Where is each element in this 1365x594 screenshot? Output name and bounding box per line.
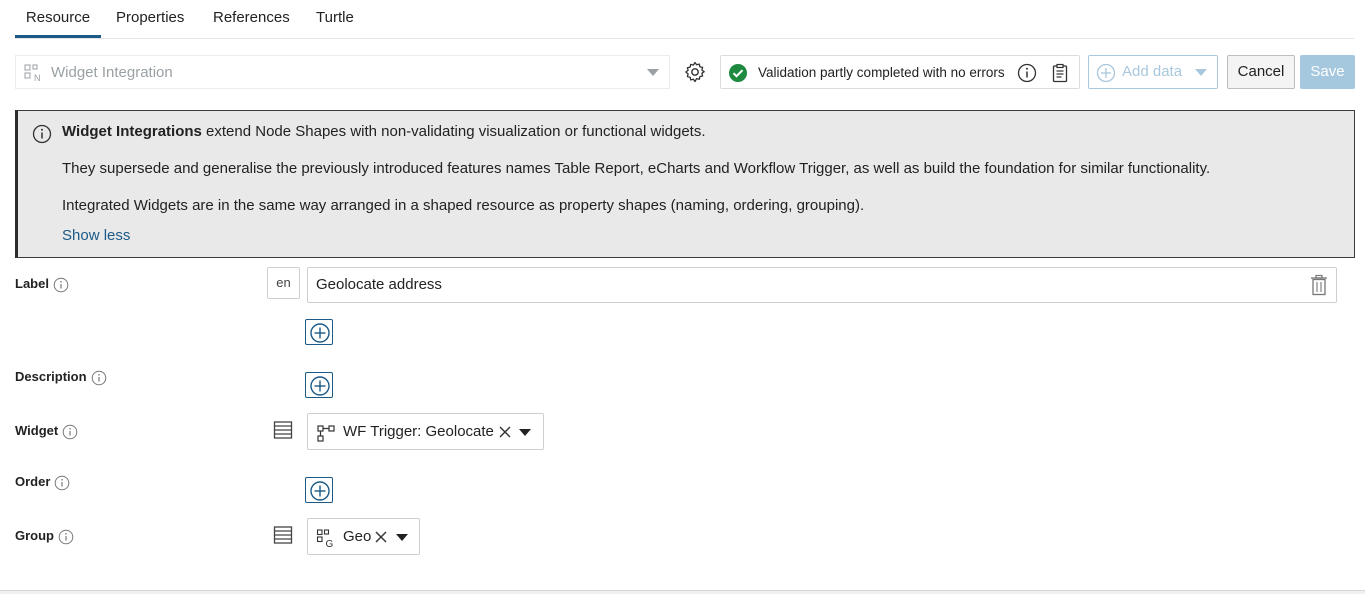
add-description-button[interactable]	[305, 372, 333, 398]
validation-status: Validation partly completed with no erro…	[720, 55, 1080, 89]
svg-text:N: N	[34, 73, 41, 82]
close-icon[interactable]	[498, 425, 512, 439]
widget-field-label: Widget	[15, 423, 78, 440]
tab-resource[interactable]: Resource	[15, 0, 101, 38]
description-field-title: Description	[15, 369, 87, 384]
plus-circle-icon	[310, 323, 330, 343]
workflow-icon	[317, 425, 335, 442]
info-paragraph: Widget Integrations extend Node Shapes w…	[62, 123, 706, 140]
info-icon[interactable]	[53, 277, 69, 293]
info-icon[interactable]	[58, 529, 74, 545]
info-paragraph: They supersede and generalise the previo…	[62, 160, 1211, 177]
list-icon[interactable]	[273, 525, 293, 545]
trash-icon[interactable]	[1309, 274, 1329, 296]
add-order-button[interactable]	[305, 477, 333, 503]
validation-text: Validation partly completed with no erro…	[758, 65, 1005, 80]
group-field-title: Group	[15, 528, 54, 543]
description-field-label: Description	[15, 369, 107, 386]
label-field-label: Label	[15, 276, 69, 293]
clipboard-icon[interactable]	[1050, 63, 1070, 83]
info-panel: Widget Integrations extend Node Shapes w…	[15, 110, 1355, 258]
add-label-button[interactable]	[305, 319, 333, 345]
svg-text:G: G	[326, 539, 334, 548]
group-select[interactable]: G Geo	[307, 518, 420, 555]
info-paragraph-rest: extend Node Shapes with non-validating v…	[201, 123, 706, 140]
shape-select[interactable]: N Widget Integration	[15, 55, 670, 89]
chevron-down-icon[interactable]	[519, 429, 531, 436]
group-field-label: Group	[15, 528, 74, 545]
info-icon	[32, 124, 52, 144]
divider	[0, 590, 1365, 594]
info-icon[interactable]	[1017, 63, 1037, 83]
add-data-button[interactable]: Add data	[1088, 55, 1218, 89]
chevron-down-icon	[647, 69, 659, 76]
order-field-title: Order	[15, 474, 51, 489]
close-icon[interactable]	[374, 530, 388, 544]
info-icon[interactable]	[54, 475, 70, 491]
group-select-value: Geo	[343, 528, 372, 545]
save-button[interactable]: Save	[1300, 55, 1355, 89]
info-icon[interactable]	[91, 370, 107, 386]
tab-turtle[interactable]: Turtle	[316, 0, 354, 38]
shape-select-value: Widget Integration	[51, 64, 173, 81]
node-shape-icon: N	[24, 64, 41, 82]
info-paragraph-bold: Widget Integrations	[62, 123, 202, 140]
gear-icon[interactable]	[683, 60, 707, 84]
widget-select-value: WF Trigger: Geolocate	[343, 423, 494, 440]
add-data-label: Add data	[1122, 63, 1183, 80]
plus-circle-icon	[310, 481, 330, 501]
widget-field-title: Widget	[15, 423, 59, 438]
list-icon[interactable]	[273, 420, 293, 440]
info-paragraph: Integrated Widgets are in the same way a…	[62, 197, 865, 214]
info-icon[interactable]	[62, 424, 78, 440]
check-circle-icon	[729, 64, 747, 82]
cancel-button[interactable]: Cancel	[1227, 55, 1295, 89]
group-shape-icon: G	[316, 529, 334, 548]
chevron-down-icon[interactable]	[396, 534, 408, 541]
show-less-link[interactable]: Show less	[62, 227, 130, 244]
order-field-label: Order	[15, 474, 70, 491]
tab-references[interactable]: References	[213, 0, 290, 38]
label-field-title: Label	[15, 276, 49, 291]
plus-circle-icon	[310, 376, 330, 396]
tab-properties[interactable]: Properties	[116, 0, 184, 38]
chevron-down-icon	[1195, 69, 1207, 76]
label-input[interactable]: Geolocate address	[307, 267, 1337, 303]
widget-select[interactable]: WF Trigger: Geolocate	[307, 413, 544, 450]
plus-circle-icon	[1096, 63, 1116, 83]
language-tag[interactable]: en	[267, 267, 300, 299]
tab-bar: Resource Properties References Turtle	[15, 0, 1354, 39]
